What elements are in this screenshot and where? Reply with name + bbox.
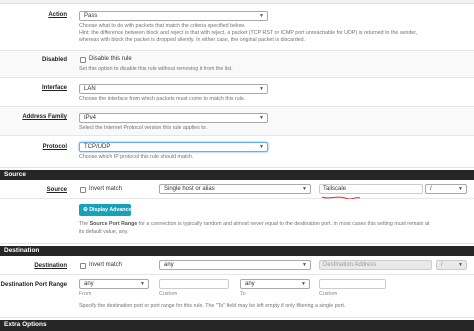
- destination-type-select[interactable]: any ▼: [159, 260, 311, 270]
- destination-port-row: Destination Port Range any ▼ any ▼ From …: [0, 275, 474, 318]
- source-port-help-2: its default value, any.: [79, 229, 129, 235]
- from-custom-sublabel: Custom: [159, 291, 178, 297]
- destination-mask-select[interactable]: / ▼: [436, 260, 467, 270]
- protocol-select[interactable]: TCP/UDP ▼: [79, 142, 268, 152]
- destination-port-from-select[interactable]: any ▼: [79, 279, 149, 289]
- source-row: Source Invert match Single host or alias…: [0, 180, 474, 200]
- disabled-row: Disabled Disable this rule Set this opti…: [0, 51, 474, 78]
- source-address-value: Tailscale: [323, 186, 347, 192]
- destination-port-help: Specify the destination port or port ran…: [79, 303, 346, 309]
- protocol-help: Choose which IP protocol this rule shoul…: [79, 154, 194, 160]
- to-sublabel: To: [240, 291, 246, 297]
- source-port-help: The Source Port Range for a connection i…: [79, 221, 429, 228]
- gear-icon: ⚙: [83, 207, 88, 213]
- destination-address-placeholder: Destination Address: [323, 262, 377, 268]
- address-family-select[interactable]: IPv4 ▼: [79, 113, 268, 123]
- address-family-value: IPv4: [84, 115, 97, 121]
- action-help-3: whereas with block the packet is dropped…: [79, 37, 306, 43]
- chevron-down-icon: ▼: [259, 144, 264, 150]
- action-select[interactable]: Pass ▼: [79, 11, 268, 21]
- interface-label: Interface: [41, 85, 67, 91]
- from-sublabel: From: [79, 291, 92, 297]
- source-type-value: Single host or alias: [164, 186, 215, 192]
- interface-help: Choose the interface from which packets …: [79, 96, 246, 102]
- chevron-down-icon: ▼: [140, 281, 145, 287]
- action-value: Pass: [84, 13, 98, 19]
- destination-label: Destination: [34, 263, 67, 269]
- display-advanced-button[interactable]: ⚙ Display Advanced: [79, 204, 135, 216]
- destination-port-to-value: any: [245, 281, 255, 287]
- interface-value: LAN: [84, 86, 96, 92]
- address-family-help: Select the Internet Protocol version thi…: [79, 125, 208, 131]
- chevron-down-icon: ▼: [259, 86, 264, 92]
- source-address-input[interactable]: Tailscale: [319, 184, 423, 194]
- chevron-down-icon: ▼: [302, 262, 307, 268]
- destination-port-from-custom-input[interactable]: [159, 279, 229, 289]
- source-type-select[interactable]: Single host or alias ▼: [159, 184, 311, 194]
- source-section-header: Source: [0, 170, 474, 180]
- action-label: Action: [48, 12, 67, 18]
- chevron-down-icon: ▼: [302, 186, 307, 192]
- chevron-down-icon: ▼: [458, 262, 463, 268]
- chevron-down-icon: ▼: [259, 115, 264, 121]
- source-port-help-pre: The: [79, 221, 90, 227]
- top-divider: [0, 0, 474, 4]
- chevron-down-icon: ▼: [458, 186, 463, 192]
- to-custom-sublabel: Custom: [319, 291, 338, 297]
- disable-rule-checkbox-label: Disable this rule: [89, 56, 132, 62]
- source-mask-select[interactable]: / ▼: [425, 184, 467, 194]
- destination-type-value: any: [164, 262, 174, 268]
- disabled-label: Disabled: [41, 57, 67, 63]
- destination-invert-label: Invert match: [89, 262, 123, 268]
- destination-port-to-custom-input[interactable]: [319, 279, 386, 289]
- protocol-value: TCP/UDP: [84, 144, 111, 150]
- address-family-label: Address Family: [22, 114, 67, 120]
- source-port-range-term: Source Port Range: [89, 221, 138, 227]
- disable-rule-checkbox[interactable]: [80, 57, 86, 63]
- destination-port-to-select[interactable]: any ▼: [240, 279, 310, 289]
- address-family-row: Address Family IPv4 ▼ Select the Interne…: [0, 107, 474, 136]
- chevron-down-icon: ▼: [301, 281, 306, 287]
- display-advanced-label: Display Advanced: [89, 207, 135, 213]
- protocol-row: Protocol TCP/UDP ▼ Choose which IP proto…: [0, 136, 474, 168]
- destination-address-input[interactable]: Destination Address: [319, 260, 432, 270]
- source-label: Source: [46, 187, 67, 193]
- interface-row: Interface LAN ▼ Choose the interface fro…: [0, 78, 474, 107]
- disabled-help: Set this option to disable this rule wit…: [79, 66, 233, 72]
- extra-options-section-header: Extra Options: [0, 320, 474, 331]
- source-mask-value: /: [430, 186, 432, 192]
- source-port-help-post: for a connection is typically random and…: [137, 221, 430, 227]
- destination-port-range-label: Destination Port Range: [0, 282, 67, 288]
- destination-invert-checkbox[interactable]: [80, 263, 86, 269]
- action-row: Action Pass ▼ Choose what to do with pac…: [0, 5, 474, 51]
- interface-select[interactable]: LAN ▼: [79, 84, 268, 94]
- destination-mask-value: /: [441, 262, 443, 268]
- destination-row: Destination Invert match any ▼ Destinati…: [0, 256, 474, 275]
- source-advanced-row: ⚙ Display Advanced The Source Port Range…: [0, 199, 474, 244]
- chevron-down-icon: ▼: [259, 13, 264, 19]
- destination-section-header: Destination: [0, 246, 474, 256]
- protocol-label: Protocol: [42, 144, 67, 150]
- destination-port-from-value: any: [84, 281, 94, 287]
- source-invert-checkbox[interactable]: [80, 187, 86, 193]
- source-invert-label: Invert match: [89, 186, 123, 192]
